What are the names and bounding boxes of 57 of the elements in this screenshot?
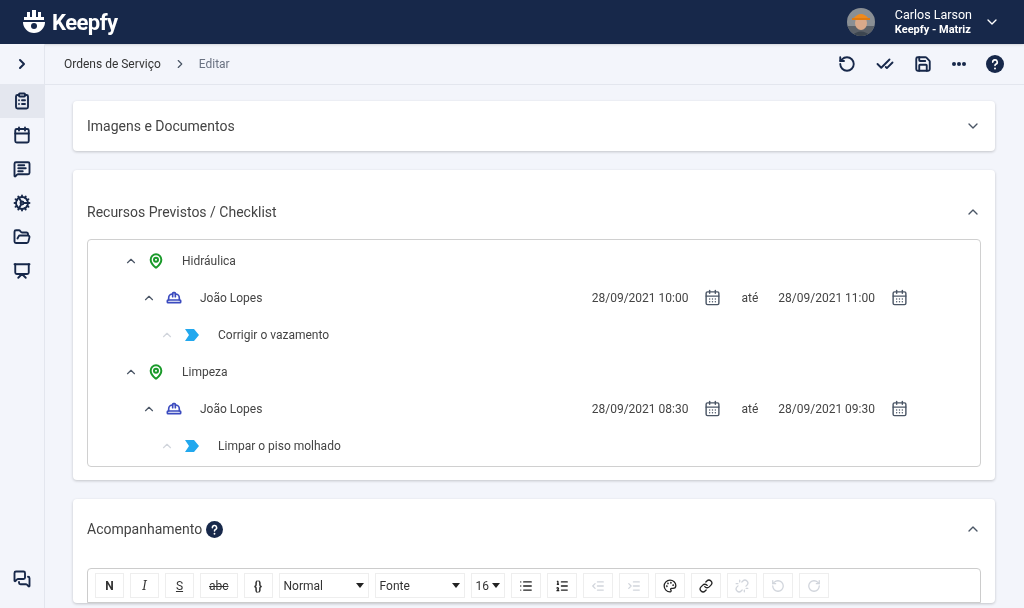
link-icon[interactable]	[690, 573, 721, 598]
section-title: Acompanhamento	[87, 519, 203, 539]
format-button[interactable]: {}	[243, 573, 273, 598]
tree-item-label: Hidráulica	[182, 252, 236, 270]
format-button[interactable]: I	[130, 573, 159, 598]
chevron-tag-icon	[185, 328, 199, 341]
palette-icon[interactable]	[654, 573, 685, 598]
dropdown-arrow-icon	[491, 583, 500, 588]
format-button[interactable]: abc	[200, 573, 238, 598]
tree-item-label: João Lopes	[200, 289, 263, 307]
tree-item-label: Limpar o piso molhado	[218, 437, 341, 455]
help-button[interactable]	[986, 55, 1004, 73]
format-select[interactable]: 16	[470, 573, 505, 598]
start-date: 28/09/2021 10:00	[591, 289, 689, 307]
map-pin-icon	[148, 252, 164, 269]
company-name: Keepfy - Matriz	[894, 22, 972, 37]
reload-button[interactable]	[838, 55, 856, 73]
bullet-list-icon[interactable]	[510, 573, 541, 598]
tree-item-label: João Lopes	[200, 400, 263, 418]
tree-item-label: Limpeza	[182, 363, 228, 381]
calendar-icon[interactable]	[891, 289, 908, 306]
calendar-icon[interactable]	[891, 400, 908, 417]
more-button[interactable]	[952, 62, 966, 66]
chat-button[interactable]	[13, 570, 31, 588]
format-select[interactable]: Fonte	[374, 573, 465, 598]
section-title: Imagens e Documentos	[87, 116, 235, 136]
worker-icon	[166, 400, 182, 417]
logo-text: Keepfy	[52, 8, 118, 37]
worker-icon	[166, 289, 182, 306]
section-title: Recursos Previstos / Checklist	[87, 202, 277, 222]
sidebar-item[interactable]	[0, 84, 44, 118]
more-icon	[952, 62, 966, 66]
dropdown-arrow-icon	[451, 583, 460, 588]
chevron-tag-icon	[185, 439, 199, 452]
clipboard-icon	[13, 92, 31, 110]
format-button[interactable]: N	[95, 573, 124, 598]
breadcrumb-current: Editar	[198, 56, 230, 73]
numbered-list-icon[interactable]	[546, 573, 577, 598]
separator-text: até	[741, 400, 759, 418]
logo-icon	[20, 8, 48, 36]
format-button[interactable]: S	[165, 573, 194, 598]
calendar-icon	[13, 126, 31, 144]
folder-icon	[13, 228, 31, 246]
map-pin-icon	[148, 363, 164, 380]
separator-text: até	[741, 289, 759, 307]
user-name: Carlos Larson	[894, 7, 972, 23]
dropdown-arrow-icon	[355, 583, 364, 588]
save-button[interactable]	[914, 55, 932, 73]
breadcrumb-link[interactable]: Ordens de Serviço	[64, 55, 161, 73]
start-date: 28/09/2021 08:30	[591, 400, 689, 418]
end-date: 28/09/2021 11:00	[778, 289, 875, 307]
help-icon[interactable]	[206, 520, 224, 538]
calendar-icon[interactable]	[704, 289, 722, 306]
calendar-icon[interactable]	[704, 400, 722, 417]
format-select[interactable]: Normal	[278, 573, 369, 598]
tree-item-label: Corrigir o vazamento	[218, 326, 330, 344]
end-date: 28/09/2021 09:30	[778, 400, 875, 418]
